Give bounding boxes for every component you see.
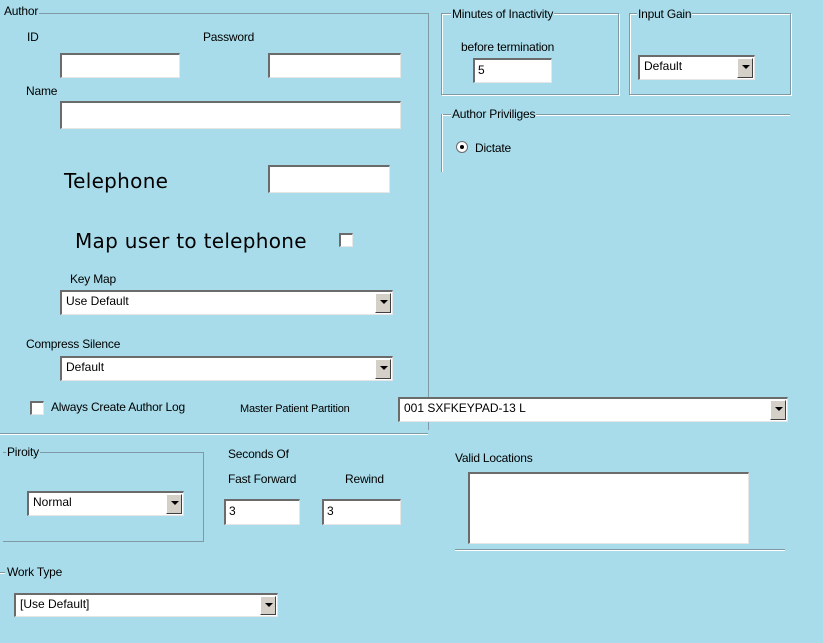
always-create-log-label: Always Create Author Log bbox=[51, 400, 185, 414]
priority-select[interactable]: Normal bbox=[27, 491, 184, 516]
master-partition-dropdown-icon[interactable] bbox=[770, 400, 786, 420]
key-map-value: Use Default bbox=[66, 294, 129, 308]
id-label: ID bbox=[27, 30, 39, 44]
compress-silence-dropdown-icon[interactable] bbox=[375, 359, 391, 379]
compress-silence-select[interactable]: Default bbox=[60, 356, 393, 381]
name-label: Name bbox=[26, 84, 58, 98]
name-field[interactable] bbox=[60, 101, 401, 129]
id-field[interactable] bbox=[60, 53, 180, 78]
master-partition-label: Master Patient Partition bbox=[240, 403, 350, 415]
rewind-label: Rewind bbox=[345, 472, 384, 486]
password-field[interactable] bbox=[268, 53, 401, 78]
master-partition-value: 001 SXFKEYPAD-13 L bbox=[404, 401, 526, 415]
work-type-select[interactable]: [Use Default] bbox=[14, 593, 278, 617]
valid-locations-list[interactable] bbox=[468, 472, 749, 544]
map-user-label: Map user to telephone bbox=[75, 229, 307, 253]
key-map-dropdown-icon[interactable] bbox=[375, 293, 391, 313]
work-type-dropdown-icon[interactable] bbox=[260, 596, 276, 615]
valid-locations-label: Valid Locations bbox=[455, 451, 533, 465]
work-type-value: [Use Default] bbox=[20, 597, 90, 611]
input-gain-group bbox=[629, 13, 791, 95]
priority-dropdown-icon[interactable] bbox=[166, 494, 182, 514]
map-user-checkbox[interactable] bbox=[339, 233, 353, 247]
priority-value: Normal bbox=[33, 495, 72, 509]
locations-bottom-line bbox=[455, 549, 785, 551]
author-group-label: Author bbox=[3, 4, 40, 18]
lower-section-separator bbox=[0, 433, 428, 435]
work-type-group-label: Work Type bbox=[6, 565, 64, 579]
compress-silence-label: Compress Silence bbox=[26, 337, 121, 351]
input-gain-dropdown-icon[interactable] bbox=[737, 58, 753, 78]
privileges-group-left-border bbox=[441, 114, 443, 172]
telephone-field[interactable] bbox=[268, 165, 390, 193]
fast-forward-field[interactable]: 3 bbox=[224, 499, 300, 525]
input-gain-value: Default bbox=[644, 59, 683, 73]
priority-group-label: Piroity bbox=[6, 445, 40, 459]
input-gain-group-label: Input Gain bbox=[637, 7, 693, 21]
inactivity-minutes-field[interactable]: 5 bbox=[473, 58, 552, 83]
compress-silence-value: Default bbox=[66, 360, 105, 374]
inactivity-group-label: Minutes of Inactivity bbox=[451, 7, 555, 21]
dictate-label: Dictate bbox=[475, 141, 511, 155]
telephone-label: Telephone bbox=[64, 169, 169, 193]
input-gain-select[interactable]: Default bbox=[638, 55, 755, 80]
work-type-group-border bbox=[0, 572, 5, 574]
inactivity-sub-label: before termination bbox=[461, 40, 555, 54]
seconds-of-label: Seconds Of bbox=[228, 447, 289, 461]
master-partition-select[interactable]: 001 SXFKEYPAD-13 L bbox=[398, 397, 788, 422]
privileges-group-label: Author Priviliges bbox=[451, 107, 537, 121]
rewind-field[interactable]: 3 bbox=[322, 499, 401, 525]
always-create-log-checkbox[interactable] bbox=[30, 401, 44, 415]
fast-forward-label: Fast Forward bbox=[228, 472, 297, 486]
key-map-label: Key Map bbox=[70, 272, 116, 286]
dictate-radio[interactable] bbox=[456, 141, 468, 153]
key-map-select[interactable]: Use Default bbox=[60, 290, 393, 315]
password-label: Password bbox=[203, 30, 255, 44]
